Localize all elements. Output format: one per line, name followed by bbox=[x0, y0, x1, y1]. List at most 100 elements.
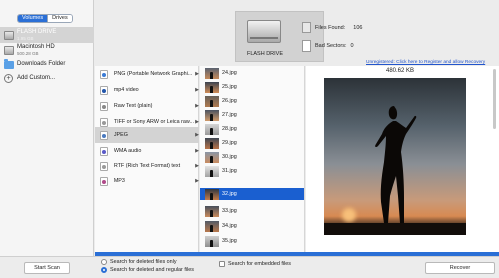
silhouette-figure bbox=[375, 106, 417, 223]
file-type-item-selected[interactable]: JPEG ▶ bbox=[95, 127, 199, 143]
radio-button[interactable] bbox=[101, 259, 107, 265]
option-deleted-and-regular[interactable]: Search for deleted and regular files bbox=[101, 267, 194, 273]
file-list-scrollbar[interactable] bbox=[304, 155, 305, 252]
image-thumbnail bbox=[205, 165, 219, 177]
plus-icon: + bbox=[4, 74, 13, 83]
start-scan-button[interactable]: Start Scan bbox=[24, 262, 70, 274]
volume-drive-toggle: Volumes Drives bbox=[17, 14, 73, 23]
image-thumbnail bbox=[205, 220, 219, 232]
hard-drive-icon bbox=[247, 20, 281, 43]
video-file-icon bbox=[100, 85, 108, 95]
header-area: FLASH DRIVE Files Found: 106 Bad Sectors… bbox=[95, 0, 499, 66]
image-thumbnail bbox=[205, 205, 219, 217]
file-name: 29.jpg bbox=[222, 140, 237, 146]
file-name: 25.jpg bbox=[222, 84, 237, 90]
file-row[interactable]: 24.jpg bbox=[200, 67, 304, 79]
image-thumbnail bbox=[205, 151, 219, 163]
sidebar-item-flash-drive[interactable]: FLASH DRIVE 1.95 GB bbox=[4, 29, 56, 41]
option-label: Search for deleted and regular files bbox=[110, 267, 194, 273]
file-row-selected[interactable]: 32.jpg bbox=[200, 188, 304, 200]
image-thumbnail bbox=[205, 81, 219, 93]
file-type-item[interactable]: PNG (Portable Network Graphi... ▶ bbox=[95, 66, 199, 82]
damaged-document-icon bbox=[302, 40, 311, 52]
file-name: 35.jpg bbox=[222, 238, 237, 244]
file-type-label: JPEG bbox=[113, 132, 128, 138]
chevron-right-icon: ▶ bbox=[195, 103, 199, 109]
file-name: 27.jpg bbox=[222, 112, 237, 118]
preview-panel: 480.62 KB bbox=[306, 66, 499, 252]
file-type-label: mp4 video bbox=[113, 87, 139, 93]
preview-scrollbar[interactable] bbox=[493, 69, 496, 129]
file-type-item[interactable]: WMA audio ▶ bbox=[95, 143, 199, 159]
bad-sectors-stat: Bad Sectors: 0 bbox=[302, 40, 354, 52]
text-file-icon bbox=[100, 101, 108, 111]
file-name: 26.jpg bbox=[222, 98, 237, 104]
folder-icon bbox=[4, 58, 14, 69]
file-row[interactable]: 28.jpg bbox=[200, 123, 304, 135]
file-type-item[interactable]: Raw Text (plain) ▶ bbox=[95, 98, 199, 114]
tab-volumes[interactable]: Volumes bbox=[18, 15, 48, 22]
checkbox[interactable] bbox=[219, 261, 225, 267]
drive-label: FLASH DRIVE bbox=[246, 51, 284, 57]
file-type-label: TIFF or Sony ARW or Leica raw... bbox=[113, 119, 194, 125]
option-deleted-only[interactable]: Search for deleted files only bbox=[101, 259, 177, 265]
sidebar-item-macintosh-hd[interactable]: Macintosh HD 500.28 GB bbox=[4, 44, 55, 56]
file-type-item[interactable]: mp4 video ▶ bbox=[95, 82, 199, 98]
jpeg-file-icon bbox=[100, 130, 108, 140]
chevron-right-icon: ▶ bbox=[195, 148, 199, 154]
file-type-item[interactable]: RTF (Rich Text Format) text ▶ bbox=[95, 158, 199, 174]
file-name: 31.jpg bbox=[222, 168, 237, 174]
file-row[interactable]: 30.jpg bbox=[200, 151, 304, 163]
files-found-value: 106 bbox=[353, 24, 363, 31]
image-thumbnail bbox=[205, 235, 219, 247]
file-type-column: PNG (Portable Network Graphi... ▶ mp4 vi… bbox=[95, 66, 199, 252]
chevron-right-icon: ▶ bbox=[195, 71, 199, 77]
file-row[interactable]: 35.jpg bbox=[200, 235, 304, 247]
sidebar-item-label: Downloads Folder bbox=[17, 61, 66, 67]
document-icon bbox=[302, 22, 311, 33]
file-row[interactable]: 31.jpg bbox=[200, 165, 304, 177]
files-found-stat: Files Found: 106 bbox=[302, 22, 362, 33]
option-embedded-files[interactable]: Search for embedded files bbox=[219, 261, 291, 267]
radio-button-selected[interactable] bbox=[101, 267, 107, 273]
mp3-file-icon bbox=[100, 176, 108, 186]
bad-sectors-value: 0 bbox=[350, 43, 354, 49]
preview-image bbox=[324, 78, 466, 235]
sidebar-item-label: Macintosh HD bbox=[17, 44, 55, 50]
ground-silhouette bbox=[324, 223, 466, 235]
image-thumbnail bbox=[205, 188, 219, 200]
hard-drive-icon bbox=[4, 45, 14, 55]
register-link[interactable]: Unregistered: Click here to Register and… bbox=[366, 60, 485, 65]
file-type-label: RTF (Rich Text Format) text bbox=[113, 163, 181, 169]
sidebar-item-downloads[interactable]: Downloads Folder bbox=[4, 58, 66, 69]
sidebar-item-add-custom[interactable]: + Add Custom... bbox=[4, 74, 55, 83]
file-name: 33.jpg bbox=[222, 208, 237, 214]
file-type-label: WMA audio bbox=[113, 148, 142, 154]
sidebar-item-label: Add Custom... bbox=[17, 75, 56, 81]
image-thumbnail bbox=[205, 109, 219, 121]
hard-drive-icon bbox=[4, 30, 14, 40]
file-row[interactable]: 27.jpg bbox=[200, 109, 304, 121]
recover-button[interactable]: Recover bbox=[425, 262, 495, 274]
file-name: 32.jpg bbox=[222, 191, 237, 197]
chevron-right-icon: ▶ bbox=[195, 119, 199, 125]
image-thumbnail bbox=[205, 67, 219, 79]
option-label: Search for deleted files only bbox=[110, 259, 177, 265]
png-file-icon bbox=[100, 69, 108, 79]
file-row[interactable]: 25.jpg bbox=[200, 81, 304, 93]
raw-image-file-icon bbox=[100, 117, 108, 127]
file-row[interactable]: 34.jpg bbox=[200, 220, 304, 232]
file-type-item[interactable]: MP3 ▶ bbox=[95, 173, 199, 189]
file-row[interactable]: 29.jpg bbox=[200, 137, 304, 149]
file-list-column: 24.jpg 25.jpg 26.jpg 27.jpg 28.jpg 29.jp… bbox=[200, 66, 305, 252]
file-row[interactable]: 26.jpg bbox=[200, 95, 304, 107]
chevron-right-icon: ▶ bbox=[195, 163, 199, 169]
bad-sectors-label: Bad Sectors: bbox=[315, 43, 347, 49]
file-name: 28.jpg bbox=[222, 126, 237, 132]
file-row[interactable]: 33.jpg bbox=[200, 205, 304, 217]
preview-file-size: 480.62 KB bbox=[386, 68, 415, 74]
tab-drives[interactable]: Drives bbox=[47, 15, 72, 22]
bottom-bar: Start Scan Search for deleted files only… bbox=[0, 256, 499, 278]
sidebar-item-label: FLASH DRIVE bbox=[17, 29, 57, 35]
file-type-label: MP3 bbox=[113, 178, 125, 184]
